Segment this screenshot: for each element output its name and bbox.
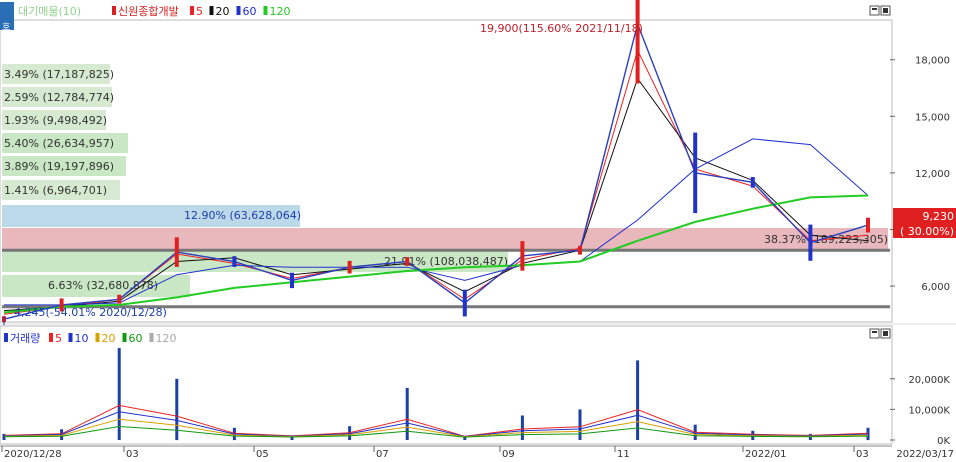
volume-legend-label: 10 <box>75 332 89 345</box>
volume-profile-label: 5.40% (26,634,957) <box>4 137 114 150</box>
legend-swatch <box>236 6 241 15</box>
x-tick-label: 09 <box>502 449 515 459</box>
price-candle <box>635 0 640 84</box>
legend-swatch <box>209 6 214 15</box>
volume-legend-label: 20 <box>102 332 116 345</box>
legend-label: 5 <box>196 5 203 18</box>
legend-label: 20 <box>216 5 230 18</box>
volume-tick-label: 20,000K <box>908 375 950 386</box>
legend-label: 신원종합개발 <box>118 5 179 18</box>
volume-legend-swatch <box>4 333 8 342</box>
volume-profile-label: 3.89% (19,197,896) <box>4 160 114 173</box>
volume-profile-label: 12.90% (63,628,064) <box>184 209 301 222</box>
volume-legend-swatch <box>49 333 53 342</box>
x-axis: 2020/12/28 03 05 07 09 11 2022/01 03 2022/03/17 <box>0 445 954 460</box>
volume-bar <box>405 387 409 440</box>
maximize-icon[interactable] <box>869 5 880 16</box>
volume-legend-label: 120 <box>156 332 177 345</box>
price-legend: 대기매물(10) 신원종합개발 5 20 60 120 <box>18 5 291 18</box>
x-tick-label: 2022/01 <box>745 449 787 459</box>
high-annotation: 19,900(115.60% 2021/11/18) <box>480 22 643 35</box>
low-annotation: 4,245(-54.01% 2020/12/28) <box>14 306 167 319</box>
price-candle <box>347 260 352 274</box>
volume-legend-label: 60 <box>129 332 143 345</box>
volume-legend-swatch <box>68 333 73 342</box>
x-tick-label: 03 <box>126 449 139 459</box>
price-candle <box>405 257 410 266</box>
x-tick-label: 07 <box>376 449 389 459</box>
price-candle <box>232 256 237 267</box>
volume-close-icon-fill <box>883 331 888 336</box>
volume-legend-swatch <box>122 333 127 342</box>
price-tick-label: 18,000 <box>915 56 950 67</box>
legend-swatch <box>263 6 268 15</box>
price-candle <box>174 237 179 267</box>
price-y-axis: 18,00015,00012,0009,0006,000 <box>890 56 950 293</box>
x-tick-label: 03 <box>856 449 869 459</box>
price-tick-label: 6,000 <box>921 282 950 293</box>
volume-profile-label: 2.59% (12,784,774) <box>4 91 114 104</box>
volume-legend-label: 거래량 <box>10 332 40 345</box>
x-end-label: 2022/03/17 <box>896 449 954 459</box>
close-icon-fill <box>883 8 888 13</box>
volume-profile-label: 1.93% (9,498,492) <box>4 114 107 127</box>
legend-label: 60 <box>243 5 257 18</box>
legend-label: 대기매물(10) <box>18 5 81 18</box>
x-tick-label: 11 <box>617 449 630 459</box>
legend-label: 120 <box>270 5 291 18</box>
volume-bar <box>520 415 524 440</box>
legend-swatch <box>190 6 194 15</box>
price-candle <box>750 177 755 188</box>
price-candle <box>520 241 525 271</box>
volume-legend-label: 5 <box>55 332 62 345</box>
price-candle <box>808 224 813 261</box>
price-candle <box>462 289 467 317</box>
price-tick-label: 12,000 <box>915 169 950 180</box>
volume-bar <box>578 409 582 440</box>
volume-legend-swatch <box>149 333 154 342</box>
price-candle <box>578 245 582 255</box>
volume-legend-swatch <box>95 333 100 342</box>
price-tick-label: 15,000 <box>915 112 950 123</box>
x-tick-label: 2020/12/28 <box>4 449 62 459</box>
volume-bar <box>175 378 179 441</box>
price-candle <box>866 217 870 233</box>
volume-tick-label: 10,000K <box>908 405 950 416</box>
maximize-icon-bar <box>872 8 877 10</box>
x-tick-label: 05 <box>256 449 269 459</box>
stock-chart: 호 3.49% (17,187,825) 2.59% (12,784,774) 1.… <box>0 0 956 460</box>
volume-profile-label: 3.49% (17,187,825) <box>4 68 114 81</box>
last-change-value: ( 30.00%) <box>900 225 954 238</box>
chart-canvas: 호 3.49% (17,187,825) 2.59% (12,784,774) 1.… <box>0 0 956 460</box>
volume-maximize-icon-bar <box>872 331 877 333</box>
volume-y-axis: 20,000K 10,000K 0K <box>890 375 950 447</box>
volume-tick-label: 0K <box>937 436 950 447</box>
volume-profile-band-pink <box>2 228 888 250</box>
last-price-value: 9,230 <box>923 210 955 223</box>
mode-badge-label: 호 <box>2 22 10 33</box>
price-candle <box>290 272 294 289</box>
legend-swatch <box>112 6 116 15</box>
price-candle <box>117 294 122 304</box>
volume-maximize-icon[interactable] <box>869 328 880 339</box>
price-candle <box>693 132 698 214</box>
volume-profile-label: 1.41% (6,964,701) <box>4 184 107 197</box>
